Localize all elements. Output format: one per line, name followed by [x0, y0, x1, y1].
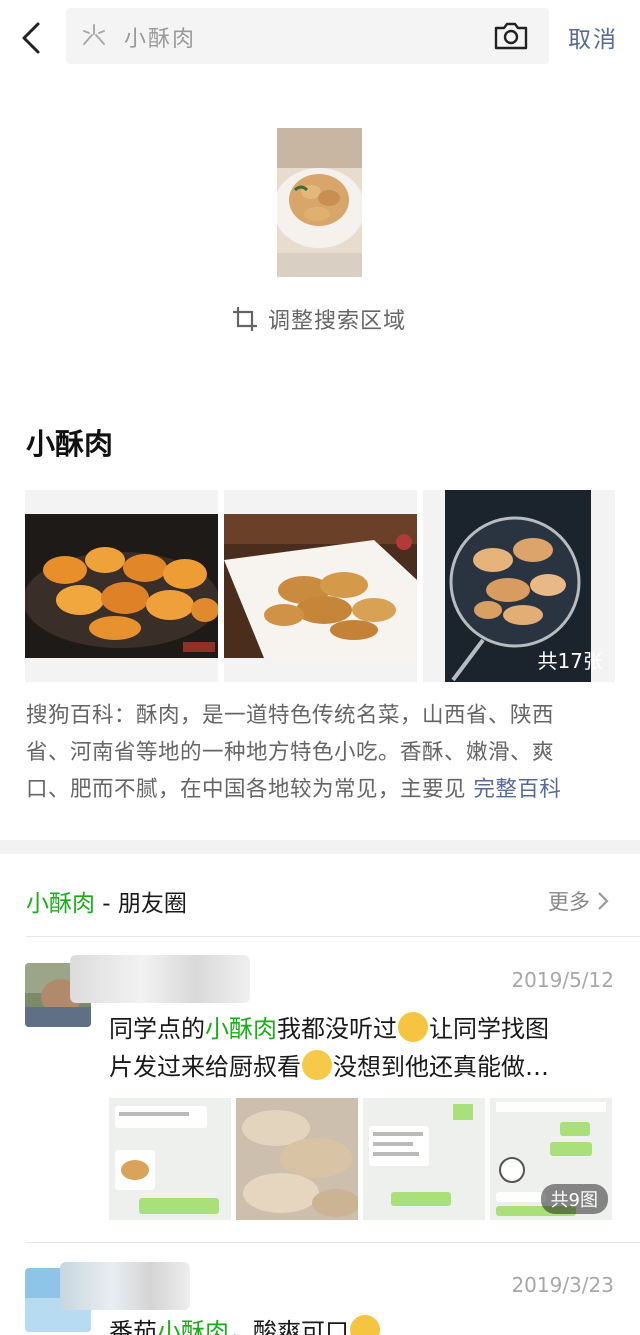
- encyclopedia-image-3[interactable]: 共17张: [423, 490, 615, 682]
- moments-more-label: 更多: [548, 890, 590, 914]
- image-count-badge: 共17张: [537, 649, 603, 673]
- post-keyword-highlight: 小酥肉: [205, 1015, 277, 1043]
- post-text-segment: 同学点的: [109, 1015, 205, 1043]
- desc-line-3-text: 口、肥而不腻，在中国各地较为常见，主要见: [26, 777, 467, 802]
- blurred-username: [70, 955, 250, 1003]
- laughing-crying-emoji-icon: [398, 1012, 428, 1042]
- post-text-segment: 没想到他还真能做…: [333, 1053, 549, 1081]
- post-text-line-1[interactable]: 番茄小酥肉，酸爽可口: [109, 1313, 619, 1335]
- top-bar: 小酥肉 取消: [0, 0, 640, 78]
- adjust-search-area-label: 调整搜索区域: [268, 309, 407, 334]
- post-date: 2019/3/23: [511, 1273, 614, 1297]
- full-encyclopedia-link[interactable]: 完整百科: [473, 777, 561, 802]
- post-keyword-highlight: 小酥肉: [157, 1318, 229, 1335]
- back-arrow-icon[interactable]: [14, 16, 50, 60]
- post-image-1[interactable]: [109, 1098, 231, 1220]
- moments-suffix: - 朋友圈: [95, 891, 187, 917]
- post-date: 2019/5/12: [511, 968, 614, 992]
- chevron-right-icon: [598, 892, 609, 910]
- post-text-line-2[interactable]: 片发过来给厨叔看 没想到他还真能做…: [109, 1048, 619, 1086]
- post-image-count-badge: 共9图: [540, 1184, 608, 1214]
- search-image-thumbnail[interactable]: [277, 128, 362, 277]
- grin-emoji-icon: [350, 1315, 380, 1335]
- grin-emoji-icon: [302, 1050, 332, 1080]
- encyclopedia-image-2[interactable]: [224, 490, 417, 682]
- post-image-4[interactable]: 共9图: [490, 1098, 612, 1220]
- post-text-segment: 我都没听过: [277, 1015, 397, 1043]
- encyclopedia-image-1[interactable]: [25, 490, 218, 682]
- post-text-line-1[interactable]: 同学点的小酥肉我都没听过 让同学找图: [109, 1010, 619, 1048]
- divider-line: [26, 936, 640, 937]
- crop-icon: [233, 307, 257, 331]
- post-text-segment: ，酸爽可口: [229, 1318, 349, 1335]
- post-text-segment: 番茄: [109, 1318, 157, 1335]
- camera-icon[interactable]: [493, 20, 529, 52]
- sparkle-search-icon: [83, 24, 105, 45]
- divider-line: [26, 1242, 640, 1243]
- post-text-segment: 让同学找图: [429, 1015, 549, 1043]
- desc-line-2: 省、河南省等地的一种地方特色小吃。香酥、嫩滑、爽: [26, 740, 555, 765]
- cancel-button[interactable]: 取消: [568, 20, 618, 54]
- post-image-2[interactable]: [236, 1098, 358, 1220]
- desc-line-3: 口、肥而不腻，在中国各地较为常见，主要见 完整百科: [26, 771, 616, 808]
- adjust-search-area-button[interactable]: 调整搜索区域: [232, 303, 406, 335]
- moments-more-button[interactable]: 更多: [548, 886, 612, 916]
- encyclopedia-title: 小酥肉: [26, 427, 114, 461]
- encyclopedia-description[interactable]: 搜狗百科：酥肉，是一道特色传统名菜，山西省、陕西 省、河南省等地的一种地方特色小…: [26, 697, 616, 808]
- moments-section-title: 小酥肉 - 朋友圈: [26, 884, 187, 918]
- post-text-segment: 片发过来给厨叔看: [109, 1053, 301, 1081]
- search-input[interactable]: 小酥肉: [124, 21, 196, 53]
- post-image-3[interactable]: [363, 1098, 485, 1220]
- desc-line-1: 搜狗百科：酥肉，是一道特色传统名菜，山西省、陕西: [26, 703, 555, 728]
- blurred-username: [60, 1262, 190, 1310]
- section-divider: [0, 840, 640, 854]
- moments-keyword: 小酥肉: [26, 891, 95, 917]
- search-bar[interactable]: 小酥肉: [66, 8, 549, 64]
